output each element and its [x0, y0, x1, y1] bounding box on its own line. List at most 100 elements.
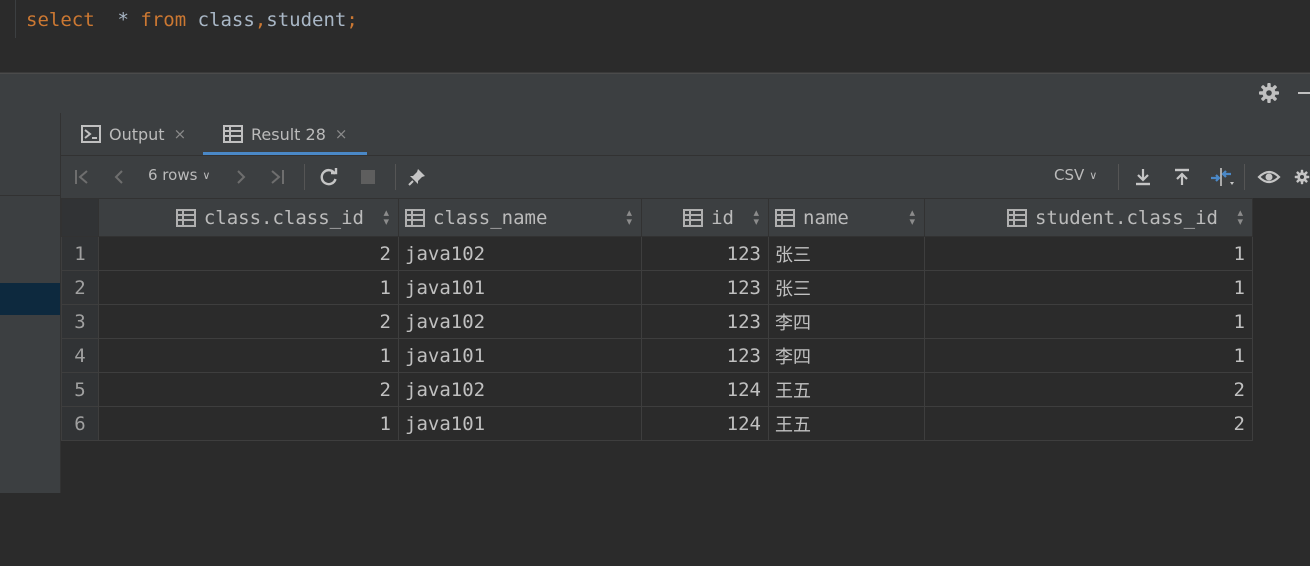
- column-label: name: [803, 206, 849, 229]
- column-icon: [775, 208, 795, 227]
- cell-class-class-id[interactable]: 2: [98, 372, 399, 407]
- table-row[interactable]: 5 2 java102 124 王五 2: [61, 372, 1253, 407]
- toolbar-separator: [395, 164, 396, 190]
- cell-id[interactable]: 123: [641, 338, 769, 373]
- tab-result-28[interactable]: Result 28 ×: [203, 114, 368, 155]
- row-number[interactable]: 1: [61, 236, 99, 271]
- close-icon[interactable]: ×: [335, 125, 348, 143]
- cell-class-class-id[interactable]: 1: [98, 270, 399, 305]
- cell-id[interactable]: 124: [641, 372, 769, 407]
- view-icon[interactable]: [1257, 165, 1281, 189]
- export-format-dropdown[interactable]: CSV ∨: [1054, 166, 1097, 184]
- stop-icon[interactable]: [358, 165, 378, 189]
- editor-empty-area[interactable]: [0, 38, 1310, 73]
- cell-student-class-id[interactable]: 1: [924, 304, 1253, 339]
- cell-class-class-id[interactable]: 1: [98, 406, 399, 441]
- table-row[interactable]: 6 1 java101 124 王五 2: [61, 406, 1253, 441]
- table-row[interactable]: 2 1 java101 123 张三 1: [61, 270, 1253, 305]
- table-row[interactable]: 1 2 java102 123 张三 1: [61, 236, 1253, 271]
- row-number[interactable]: 4: [61, 338, 99, 373]
- previous-page-icon[interactable]: [109, 165, 129, 189]
- cell-name[interactable]: 王五: [768, 406, 925, 441]
- column-header-student-class-id[interactable]: student.class_id ▴ ▾: [924, 198, 1253, 237]
- cell-student-class-id[interactable]: 1: [924, 236, 1253, 271]
- cell-student-class-id[interactable]: 1: [924, 338, 1253, 373]
- tab-result-label: Result 28: [251, 124, 326, 144]
- cell-class-name[interactable]: java101: [398, 406, 642, 441]
- cell-id[interactable]: 123: [641, 270, 769, 305]
- toolbar-separator: [1118, 164, 1119, 190]
- cell-student-class-id[interactable]: 1: [924, 270, 1253, 305]
- row-number[interactable]: 2: [61, 270, 99, 305]
- rows-count: 6 rows: [148, 166, 198, 184]
- row-number[interactable]: 3: [61, 304, 99, 339]
- download-icon[interactable]: [1132, 165, 1154, 189]
- sort-icon[interactable]: ▴ ▾: [626, 207, 632, 227]
- cell-class-class-id[interactable]: 2: [98, 304, 399, 339]
- pin-icon[interactable]: [406, 165, 428, 189]
- selected-tree-node[interactable]: [0, 283, 60, 315]
- comma: ,: [254, 9, 267, 31]
- cell-name[interactable]: 李四: [768, 338, 925, 373]
- table-row[interactable]: 4 1 java101 123 李四 1: [61, 338, 1253, 373]
- sort-icon[interactable]: ▴ ▾: [753, 207, 759, 227]
- cell-id[interactable]: 123: [641, 236, 769, 271]
- table-row[interactable]: 3 2 java102 123 李四 1: [61, 304, 1253, 339]
- cell-name[interactable]: 张三: [768, 270, 925, 305]
- panel-header: [0, 73, 1310, 114]
- column-header-class-class-id[interactable]: class.class_id ▴ ▾: [98, 198, 399, 237]
- sort-icon[interactable]: ▴ ▾: [909, 207, 915, 227]
- minimize-icon[interactable]: [1298, 92, 1310, 94]
- sort-icon[interactable]: ▴ ▾: [1237, 207, 1243, 227]
- refresh-icon[interactable]: [318, 165, 340, 189]
- result-table: class.class_id ▴ ▾ class_name ▴ ▾ id ▴ ▾…: [61, 198, 1253, 441]
- column-icon: [175, 208, 196, 227]
- upload-icon[interactable]: [1171, 165, 1193, 189]
- cell-class-name[interactable]: java102: [398, 236, 642, 271]
- result-tabs: Output × Result 28 ×: [61, 114, 1310, 155]
- cell-name[interactable]: 李四: [768, 304, 925, 339]
- cell-class-name[interactable]: java102: [398, 372, 642, 407]
- close-icon[interactable]: ×: [174, 125, 187, 143]
- last-page-icon[interactable]: [267, 165, 287, 189]
- row-number-header[interactable]: [61, 198, 99, 237]
- cell-student-class-id[interactable]: 2: [924, 372, 1253, 407]
- settings-icon[interactable]: [1294, 165, 1310, 189]
- page-size-dropdown[interactable]: 6 rows ∨: [148, 166, 210, 184]
- column-icon: [683, 208, 704, 227]
- cell-class-name[interactable]: java101: [398, 270, 642, 305]
- cell-class-class-id[interactable]: 1: [98, 338, 399, 373]
- cell-class-name[interactable]: java102: [398, 304, 642, 339]
- column-icon: [1006, 208, 1027, 227]
- tree-divider: [0, 195, 60, 196]
- services-tree: [0, 113, 61, 493]
- column-header-class-name[interactable]: class_name ▴ ▾: [398, 198, 642, 237]
- sql-query-line[interactable]: select * from class,student;: [26, 8, 358, 32]
- cell-id[interactable]: 123: [641, 304, 769, 339]
- toolbar-separator: [304, 164, 305, 190]
- cell-class-class-id[interactable]: 2: [98, 236, 399, 271]
- row-number[interactable]: 6: [61, 406, 99, 441]
- gear-icon[interactable]: [1258, 82, 1280, 104]
- column-label: id: [711, 206, 734, 229]
- table-name-class: class: [186, 9, 255, 31]
- cell-id[interactable]: 124: [641, 406, 769, 441]
- column-header-name[interactable]: name ▴ ▾: [768, 198, 925, 237]
- table-icon: [223, 125, 243, 143]
- sql-editor[interactable]: select * from class,student;: [0, 0, 1310, 39]
- tab-output[interactable]: Output ×: [81, 114, 186, 154]
- sort-icon[interactable]: ▴ ▾: [383, 207, 389, 227]
- next-page-icon[interactable]: [231, 165, 251, 189]
- row-number[interactable]: 5: [61, 372, 99, 407]
- cell-name[interactable]: 张三: [768, 236, 925, 271]
- compare-icon[interactable]: [1209, 165, 1235, 189]
- first-page-icon[interactable]: [72, 165, 92, 189]
- column-label: class_name: [433, 206, 548, 229]
- semicolon: ;: [346, 9, 358, 31]
- cell-class-name[interactable]: java101: [398, 338, 642, 373]
- cell-student-class-id[interactable]: 2: [924, 406, 1253, 441]
- tab-output-label: Output: [109, 124, 165, 144]
- column-header-id[interactable]: id ▴ ▾: [641, 198, 769, 237]
- cell-name[interactable]: 王五: [768, 372, 925, 407]
- result-toolbar: 6 rows ∨ CSV ∨: [61, 155, 1310, 199]
